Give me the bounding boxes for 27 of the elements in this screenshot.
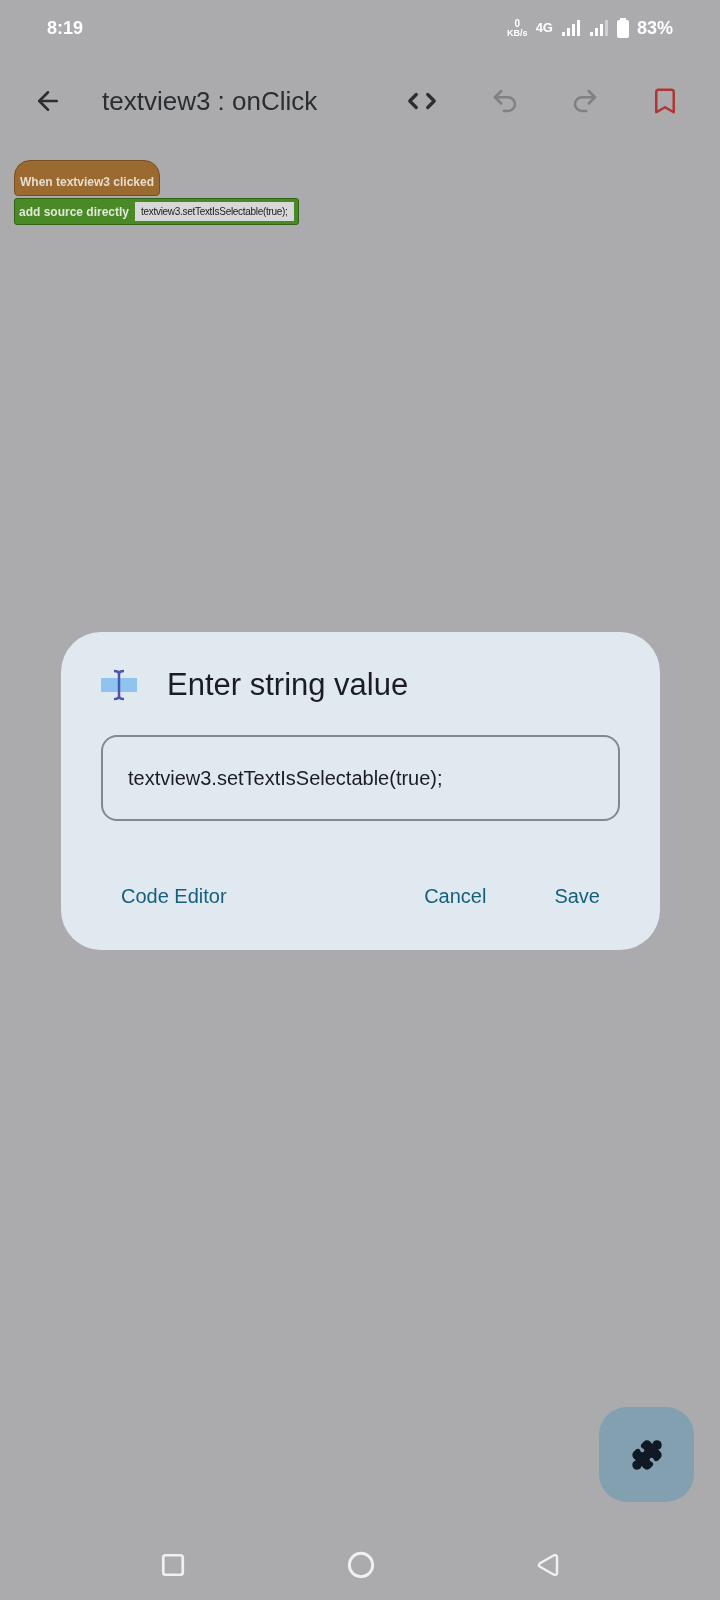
square-icon xyxy=(160,1552,187,1578)
event-block[interactable]: When textview3 clicked xyxy=(14,160,161,196)
signal-icon xyxy=(560,20,581,36)
block-value-field[interactable]: textview3.setTextIsSelectable(true); xyxy=(135,202,294,221)
battery-icon xyxy=(616,18,629,38)
dialog-button[interactable]: Cancel xyxy=(424,880,487,911)
network-type: 4G xyxy=(535,19,553,38)
back-nav-button[interactable] xyxy=(535,1553,560,1577)
text-cursor-icon xyxy=(101,669,137,702)
code-block[interactable]: add source directly textview3.setTextIsSelectable(true); xyxy=(14,198,299,225)
dialog-title: Enter string value xyxy=(167,666,409,704)
puzzle-icon xyxy=(630,1438,663,1471)
dialog-button[interactable]: Save xyxy=(554,880,600,911)
home-button[interactable] xyxy=(347,1551,375,1579)
status-time: 8:19 xyxy=(47,16,84,40)
blocks-fab[interactable] xyxy=(599,1407,694,1502)
dialog-button[interactable]: Code Editor xyxy=(121,880,227,911)
speed-value: 0 xyxy=(514,18,521,29)
signal-icon xyxy=(588,20,609,36)
speed-unit: KB/s xyxy=(507,28,528,38)
toolbar-title: textview3 : onClick xyxy=(102,84,318,118)
triangle-icon xyxy=(535,1553,560,1577)
string-input-field[interactable]: textview3.setTextIsSelectable(true); xyxy=(101,734,620,821)
recents-button[interactable] xyxy=(160,1552,187,1578)
circle-icon xyxy=(347,1551,375,1579)
battery-percent: 83% xyxy=(636,16,673,40)
block-label: add source directly xyxy=(19,203,130,221)
